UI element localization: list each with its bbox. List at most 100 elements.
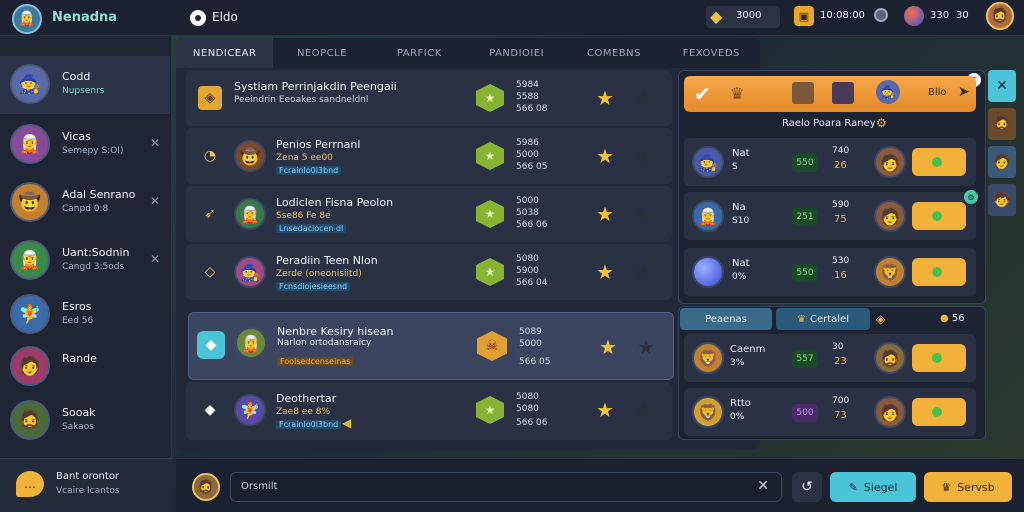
star-icon[interactable]: ★: [596, 86, 614, 110]
shield-icon: [874, 8, 888, 22]
row-sub: Zena 5 ee00: [276, 153, 333, 163]
reward-card[interactable]: Nat 0% 550 530 16 🦁: [684, 248, 976, 296]
close-icon[interactable]: ✕: [150, 252, 160, 266]
avatar[interactable]: 🧔: [988, 108, 1016, 140]
profile-avatar[interactable]: 🧔: [986, 2, 1014, 30]
avatar: 🧙: [10, 64, 50, 104]
table-row-selected[interactable]: ◆ 🧝 Nenbre Kesiry hisean Narlon ortodans…: [188, 312, 674, 380]
card-v1: 740: [832, 146, 850, 156]
sidebar-item-uant[interactable]: 🧝 Uant:Sodnin Cangd 3:5ods ✕: [0, 232, 170, 290]
row-stat2: 5038: [516, 208, 539, 218]
sidebar-item-adal[interactable]: 🤠 Adal Senrano Canpd 0:8 ✕: [0, 174, 170, 232]
table-row[interactable]: ◇ 🧙 Peradiin Teen Nlon Zerde (oneonisiit…: [186, 244, 672, 300]
chevron-right-icon: ➤: [958, 84, 970, 100]
send-button[interactable]: ✎ Siegel: [830, 472, 916, 502]
avatar[interactable]: 🧑: [988, 146, 1016, 178]
sidebar-item-esros[interactable]: 🧚 Esros Eed 56: [0, 286, 170, 344]
sidebar-item-vicas[interactable]: 🧝 Vicas Semepy S:OI) ✕: [0, 116, 170, 174]
star-icon[interactable]: ★: [596, 398, 614, 422]
close-icon[interactable]: ✕: [150, 136, 160, 150]
avatar: 🧔: [10, 400, 50, 440]
gem-counter[interactable]: ◆ 3000: [706, 6, 780, 28]
table-row[interactable]: ◈ Systiam Perrinjakdin Peengaii Peeindri…: [186, 70, 672, 126]
chat-input-text: Orsmilt: [241, 481, 278, 492]
avatar: 🤠: [10, 182, 50, 222]
star-empty-icon[interactable]: ★: [637, 335, 655, 359]
tab-peaenas[interactable]: Peaenas: [680, 308, 772, 330]
sidebar-item-codd[interactable]: 🧙 Codd Nupsenrs: [0, 56, 170, 114]
card-v2: 75: [834, 214, 847, 225]
reward-bar[interactable]: ✔ ♛ 🧙 Bllo ➤: [684, 76, 976, 112]
tab-label: Certalel: [809, 313, 849, 325]
sidebar-item-rande[interactable]: 🧑 Rande: [0, 338, 170, 396]
claim-button[interactable]: [912, 344, 966, 372]
card-v1: 590: [832, 200, 850, 210]
table-row[interactable]: ➶ 🧝 Lodiclen Fisna Peolon Sse86 Fe 8e Ln…: [186, 186, 672, 242]
claim-button[interactable]: [912, 202, 966, 230]
tab-5[interactable]: FEXOVEDS: [663, 38, 760, 68]
rank-badge-icon: ★: [476, 84, 504, 112]
sidebar-item-name: Codd: [62, 70, 91, 83]
close-icon[interactable]: ✕: [150, 194, 160, 208]
chat-input[interactable]: Orsmilt ✕: [230, 472, 782, 502]
avatar[interactable]: 🧒: [988, 184, 1016, 216]
avatar[interactable]: 🧔: [192, 473, 220, 501]
sidebar-item-name: Esros: [62, 300, 92, 313]
star-icon[interactable]: ★: [596, 144, 614, 168]
star-empty-icon[interactable]: ★: [634, 86, 652, 110]
gem-icon: ◆: [710, 7, 723, 26]
row-stat1: 5089: [519, 327, 542, 337]
row-stat3: 566 06: [516, 418, 548, 428]
sidebar-item-sub: Canpd 0:8: [62, 204, 109, 214]
table-row[interactable]: ◔ 🤠 Penios Perrnanl Zena 5 ee00 Fcrainlo…: [186, 128, 672, 184]
card-name: Nat: [732, 258, 750, 269]
guild-card[interactable]: 🦁 Caenm 3% 557 30 23 🧔: [684, 334, 976, 382]
avatar: 🤠: [234, 140, 266, 172]
sidebar-item-sooak[interactable]: 🧔 Sooak Sakaos: [0, 392, 170, 450]
tab-0[interactable]: NENDICEAR: [176, 38, 274, 68]
claim-button[interactable]: [912, 148, 966, 176]
rank-icon: ◆: [204, 402, 216, 418]
clear-icon[interactable]: ✕: [757, 478, 769, 494]
tab-2[interactable]: PARFICK: [371, 38, 468, 68]
star-empty-icon[interactable]: ★: [634, 202, 652, 226]
star-icon[interactable]: ★: [596, 202, 614, 226]
right-rail: ✕ 🧔 🧑 🧒: [988, 70, 1018, 240]
tab-1[interactable]: NEOPCLE: [273, 38, 370, 68]
reward-card[interactable]: 🧙 Nat S 550 740 26 🧑: [684, 138, 976, 186]
reward-card[interactable]: 🧝 Na S10 251 590 75 🧑 ⚙: [684, 190, 978, 240]
app-logo-avatar[interactable]: 🧝: [12, 4, 42, 34]
gear-icon[interactable]: ⚙: [964, 190, 978, 204]
row-sub: Peeindrin Eeoakes sandneldnl: [234, 95, 369, 105]
shield-counter[interactable]: [872, 6, 902, 28]
sidebar-item-sub: Eed 56: [62, 316, 94, 326]
star-icon[interactable]: ★: [599, 335, 617, 359]
rank-icon: ➶: [204, 206, 216, 222]
star-empty-icon[interactable]: ★: [634, 144, 652, 168]
row-stat2: 5000: [516, 150, 539, 160]
tab-4[interactable]: COMEBNS: [565, 38, 662, 68]
share-icon[interactable]: ↺: [792, 472, 822, 502]
tab-3[interactable]: PANDIOIEI: [468, 38, 565, 68]
tab-certalel[interactable]: ♛ Certalel: [776, 308, 870, 330]
shield-icon: ◈: [876, 312, 886, 326]
coin-counter[interactable]: ▣ 10:08:00: [794, 6, 865, 28]
row-name: Systiam Perrinjakdin Peengaii: [234, 80, 397, 93]
secondary-button[interactable]: ♛ Servsb: [924, 472, 1012, 502]
chat-shortcut[interactable]: … Bant orontor Vcaire Icantos: [0, 458, 172, 512]
shield-value: 330: [930, 10, 950, 21]
shield-icon: ◈: [198, 86, 222, 110]
claim-button[interactable]: [912, 258, 966, 286]
orb-counter[interactable]: 330 30: [904, 6, 974, 28]
guild-card[interactable]: 🦁 Rtto 0% 500 700 73 🧑: [684, 388, 976, 436]
record-icon[interactable]: [190, 10, 206, 26]
star-empty-icon[interactable]: ★: [634, 398, 652, 422]
row-stat3: 566 04: [516, 278, 548, 288]
close-panel-icon[interactable]: ✕: [988, 70, 1016, 102]
table-row[interactable]: ◆ 🧚 Deothertar Zae8 ee 8% Fcrainlo0l3bnd…: [186, 382, 672, 440]
star-empty-icon[interactable]: ★: [634, 260, 652, 284]
row-stat1: 5984: [516, 80, 539, 90]
star-icon[interactable]: ★: [596, 260, 614, 284]
row-stat1: 5080: [516, 254, 539, 264]
claim-button[interactable]: [912, 398, 966, 426]
